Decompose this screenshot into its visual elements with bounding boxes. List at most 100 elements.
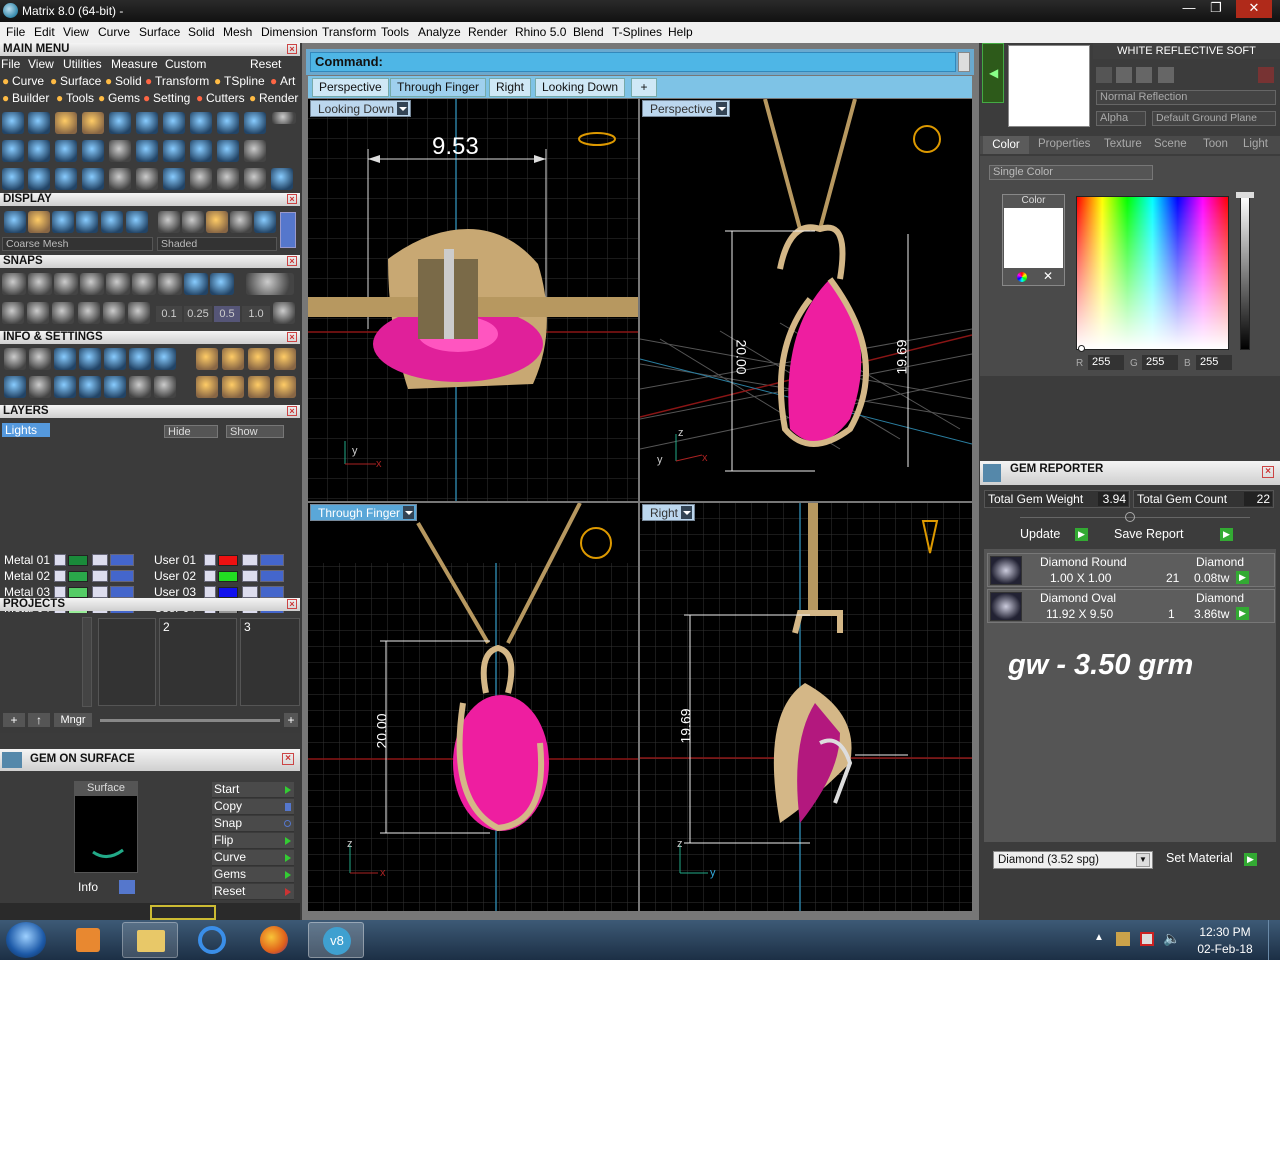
lock-icon[interactable] <box>92 570 108 582</box>
settings-icon[interactable] <box>274 348 296 370</box>
tool-icon[interactable] <box>82 140 104 162</box>
lock-icon[interactable] <box>242 554 258 566</box>
search-icon[interactable] <box>29 348 51 370</box>
display-icon[interactable] <box>126 211 148 233</box>
menu-curve[interactable]: Curve <box>98 25 130 39</box>
tool-icon[interactable] <box>2 168 24 190</box>
tab-properties[interactable]: Properties <box>1038 138 1090 150</box>
gems-button[interactable]: Gems <box>212 867 294 883</box>
menu-blend[interactable]: Blend <box>573 25 604 39</box>
save-icon[interactable] <box>1116 67 1132 83</box>
gem-row[interactable]: Diamond Round 1.00 X 1.00 Diamond 21 0.0… <box>987 553 1275 587</box>
settings-icon[interactable] <box>248 348 270 370</box>
alpha-toggle[interactable]: Alpha <box>1096 111 1146 126</box>
firefox-icon[interactable] <box>246 922 302 958</box>
mm-solid[interactable]: Solid <box>115 74 142 88</box>
layer-select-arrow[interactable] <box>204 554 216 566</box>
reflection-select[interactable]: Normal Reflection <box>1096 90 1276 105</box>
grid-icon[interactable] <box>2 302 24 324</box>
settings-icon[interactable] <box>248 376 270 398</box>
tool-icon[interactable] <box>217 168 239 190</box>
explorer-icon[interactable] <box>122 922 178 958</box>
save-report-button[interactable]: Save Report ▶ <box>1114 527 1236 544</box>
layer-select-arrow[interactable] <box>54 554 66 566</box>
tool-icon[interactable] <box>163 168 185 190</box>
visibility-toggle[interactable] <box>110 586 134 598</box>
filter-icon[interactable] <box>104 376 126 398</box>
menu-solid[interactable]: Solid <box>188 25 215 39</box>
display-icon[interactable] <box>52 211 74 233</box>
viewport-label[interactable]: Perspective <box>642 100 730 117</box>
tool-icon[interactable] <box>244 140 266 162</box>
close-icon[interactable]: × <box>1262 466 1274 478</box>
viewport-label[interactable]: Through Finger <box>310 504 418 521</box>
snap-icon[interactable] <box>54 273 78 295</box>
tool-icon[interactable] <box>109 140 131 162</box>
snap-icon[interactable] <box>80 273 104 295</box>
pen-icon[interactable] <box>52 302 74 324</box>
info-icon[interactable] <box>129 348 151 370</box>
diamond-icon[interactable] <box>28 140 50 162</box>
chevron-down-icon[interactable] <box>715 102 727 115</box>
mm-builder[interactable]: Builder <box>12 91 49 105</box>
clear-color-icon[interactable]: ✕ <box>1043 269 1053 283</box>
display-icon[interactable] <box>76 211 98 233</box>
tool-icon[interactable] <box>136 140 158 162</box>
manager-button[interactable]: Mngr <box>54 713 92 727</box>
info-icon[interactable] <box>54 348 76 370</box>
projects-slider[interactable] <box>100 719 280 722</box>
tab-perspective[interactable]: Perspective <box>312 78 389 97</box>
close-icon[interactable]: × <box>287 406 297 416</box>
action-center-icon[interactable] <box>1140 932 1154 946</box>
settings-icon[interactable] <box>196 376 218 398</box>
tool-icon[interactable] <box>244 168 266 190</box>
menu-tools[interactable]: Tools <box>381 25 409 39</box>
layer-row[interactable]: Metal 02 <box>2 569 147 584</box>
mesh-quality-select[interactable]: Coarse Mesh <box>2 237 153 251</box>
mm-gems[interactable]: Gems <box>108 91 140 105</box>
tool-icon[interactable] <box>271 168 293 190</box>
display-icon[interactable] <box>254 211 276 233</box>
brightness-slider[interactable] <box>1240 196 1250 350</box>
visibility-toggle[interactable] <box>260 570 284 582</box>
mm-tools[interactable]: Tools <box>66 91 94 105</box>
gem-row[interactable]: Diamond Oval 11.92 X 9.50 Diamond 1 3.86… <box>987 589 1275 623</box>
mm-measure[interactable]: Measure <box>111 57 158 71</box>
tool-icon[interactable] <box>55 168 77 190</box>
layer-color-swatch[interactable] <box>218 555 238 566</box>
export-icon[interactable] <box>1136 67 1152 83</box>
settings-icon[interactable] <box>274 376 296 398</box>
settings-icon[interactable] <box>4 348 26 370</box>
settings-icon[interactable] <box>196 348 218 370</box>
gear-icon[interactable] <box>244 112 266 134</box>
tool-icon[interactable] <box>136 168 158 190</box>
info-icon[interactable] <box>79 376 101 398</box>
display-icon[interactable] <box>101 211 123 233</box>
tab-texture[interactable]: Texture <box>1104 138 1142 150</box>
chevron-down-icon[interactable] <box>403 506 415 519</box>
snap-icon[interactable] <box>246 273 294 295</box>
display-icon[interactable] <box>230 211 252 233</box>
snap-value-selected[interactable]: 0.5 <box>214 306 240 322</box>
mm-curve[interactable]: Curve <box>12 74 44 88</box>
tab-light[interactable]: Light <box>1243 138 1268 150</box>
info-toggle[interactable] <box>119 880 135 894</box>
menu-render[interactable]: Render <box>468 25 507 39</box>
curve-button[interactable]: Curve <box>212 850 294 866</box>
tool-icon[interactable] <box>272 112 296 124</box>
mm-art[interactable]: Art <box>280 74 295 88</box>
import-icon[interactable] <box>1158 67 1174 83</box>
tool-icon[interactable] <box>2 140 24 162</box>
mm-transform[interactable]: Transform <box>155 74 209 88</box>
add-button[interactable]: + <box>284 713 298 727</box>
info-icon[interactable] <box>104 348 126 370</box>
color-wheel-icon[interactable] <box>1017 272 1027 282</box>
clock-time[interactable]: 12:30 PM <box>1192 925 1258 939</box>
move-icon[interactable] <box>109 168 131 190</box>
snap-value[interactable]: 0.25 <box>184 306 212 322</box>
tab-through-finger[interactable]: Through Finger <box>390 78 487 97</box>
menu-rhino[interactable]: Rhino 5.0 <box>515 25 566 39</box>
layer-color-swatch[interactable] <box>68 555 88 566</box>
settings-icon[interactable] <box>222 348 244 370</box>
tab-right[interactable]: Right <box>489 78 532 97</box>
